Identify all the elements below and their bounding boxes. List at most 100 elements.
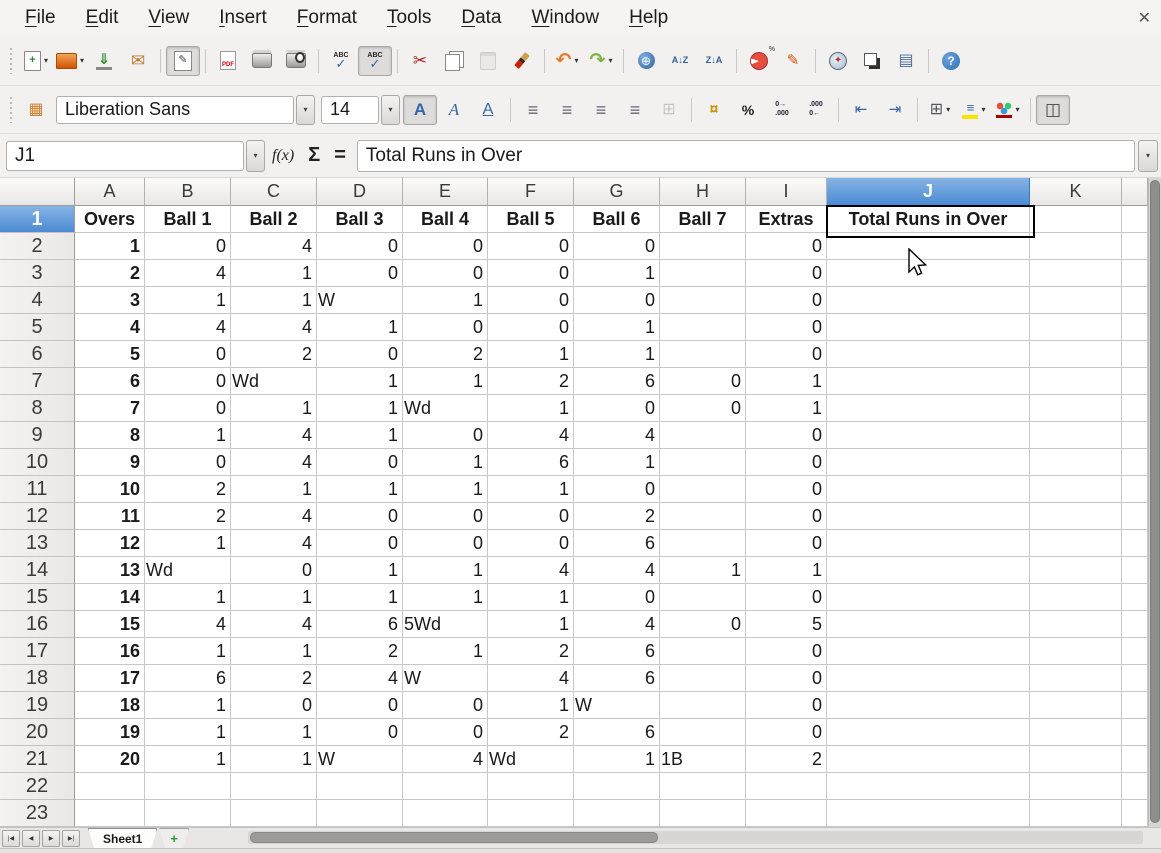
cell-K23[interactable] (1030, 800, 1122, 827)
cell-F16[interactable]: 1 (488, 611, 574, 638)
cell-J2[interactable] (827, 233, 1030, 260)
cell-I15[interactable]: 0 (746, 584, 827, 611)
cell-J18[interactable] (827, 665, 1030, 692)
col-header-A[interactable]: A (75, 178, 145, 206)
cell-D14[interactable]: 1 (317, 557, 403, 584)
export-pdf-icon[interactable]: PDF (211, 46, 245, 76)
cell-F7[interactable]: 2 (488, 368, 574, 395)
menu-file[interactable]: File (10, 3, 71, 33)
cell-K7[interactable] (1030, 368, 1122, 395)
cell-I11[interactable]: 0 (746, 476, 827, 503)
menu-data[interactable]: Data (446, 3, 516, 33)
insert-hyperlink-icon[interactable]: ⊕ (629, 46, 663, 76)
col-header-K[interactable]: K (1030, 178, 1122, 206)
cell-F21[interactable]: Wd (488, 746, 574, 773)
cell-C11[interactable]: 1 (231, 476, 317, 503)
expand-formula-bar-icon[interactable]: ▾ (1138, 140, 1158, 172)
cut-icon[interactable]: ✂ (403, 46, 437, 76)
name-box-dropdown-icon[interactable]: ▾ (246, 140, 265, 172)
cell-C5[interactable]: 4 (231, 314, 317, 341)
cell-B2[interactable]: 0 (145, 233, 231, 260)
cell-C2[interactable]: 4 (231, 233, 317, 260)
row-header-23[interactable]: 23 (0, 800, 75, 827)
cell-partial-14[interactable] (1122, 557, 1148, 584)
row-header-3[interactable]: 3 (0, 260, 75, 287)
cell-D11[interactable]: 1 (317, 476, 403, 503)
split-window-icon[interactable] (855, 46, 889, 76)
horizontal-scrollbar-thumb[interactable] (250, 832, 658, 843)
row-header-11[interactable]: 11 (0, 476, 75, 503)
cell-J10[interactable] (827, 449, 1030, 476)
cell-K21[interactable] (1030, 746, 1122, 773)
cell-D19[interactable]: 0 (317, 692, 403, 719)
copy-icon[interactable] (437, 46, 471, 76)
navigator-icon[interactable]: ✦ (821, 46, 855, 76)
cell-H13[interactable] (660, 530, 746, 557)
row-header-8[interactable]: 8 (0, 395, 75, 422)
row-header-5[interactable]: 5 (0, 314, 75, 341)
cell-A17[interactable]: 16 (75, 638, 145, 665)
cell-partial-13[interactable] (1122, 530, 1148, 557)
cell-J22[interactable] (827, 773, 1030, 800)
col-header-G[interactable]: G (574, 178, 660, 206)
cell-D12[interactable]: 0 (317, 503, 403, 530)
cell-J7[interactable] (827, 368, 1030, 395)
menu-window[interactable]: Window (516, 3, 614, 33)
cell-I10[interactable]: 0 (746, 449, 827, 476)
cell-H5[interactable] (660, 314, 746, 341)
cell-F22[interactable] (488, 773, 574, 800)
cell-I8[interactable]: 1 (746, 395, 827, 422)
cell-G20[interactable]: 6 (574, 719, 660, 746)
add-decimal-icon[interactable]: 0→ .000 (765, 95, 799, 125)
cell-D18[interactable]: 4 (317, 665, 403, 692)
cell-G13[interactable]: 6 (574, 530, 660, 557)
cell-A14[interactable]: 13 (75, 557, 145, 584)
cell-I23[interactable] (746, 800, 827, 827)
cell-H22[interactable] (660, 773, 746, 800)
cell-H15[interactable] (660, 584, 746, 611)
add-sheet-icon[interactable]: + (159, 828, 189, 848)
cell-E14[interactable]: 1 (403, 557, 488, 584)
row-header-4[interactable]: 4 (0, 287, 75, 314)
cell-J4[interactable] (827, 287, 1030, 314)
sidebar-icon[interactable]: ◫ (1036, 95, 1070, 125)
cell-E12[interactable]: 0 (403, 503, 488, 530)
cell-partial-20[interactable] (1122, 719, 1148, 746)
cell-J19[interactable] (827, 692, 1030, 719)
cell-I12[interactable]: 0 (746, 503, 827, 530)
cell-A10[interactable]: 9 (75, 449, 145, 476)
cell-H7[interactable]: 0 (660, 368, 746, 395)
cell-G12[interactable]: 2 (574, 503, 660, 530)
borders-icon[interactable]: ⊞▾ (923, 95, 957, 125)
cell-A20[interactable]: 19 (75, 719, 145, 746)
cell-C20[interactable]: 1 (231, 719, 317, 746)
row-header-18[interactable]: 18 (0, 665, 75, 692)
edit-mode-icon[interactable]: ✎ (166, 46, 200, 76)
cell-J14[interactable] (827, 557, 1030, 584)
cell-I1[interactable]: Extras (746, 206, 827, 233)
cell-D21[interactable]: W (317, 746, 403, 773)
cell-C9[interactable]: 4 (231, 422, 317, 449)
cell-partial-4[interactable] (1122, 287, 1148, 314)
cell-F8[interactable]: 1 (488, 395, 574, 422)
select-all-corner[interactable] (0, 178, 75, 206)
cell-K4[interactable] (1030, 287, 1122, 314)
cell-A8[interactable]: 7 (75, 395, 145, 422)
cell-B17[interactable]: 1 (145, 638, 231, 665)
cell-K17[interactable] (1030, 638, 1122, 665)
cell-J21[interactable] (827, 746, 1030, 773)
row-header-21[interactable]: 21 (0, 746, 75, 773)
row-header-20[interactable]: 20 (0, 719, 75, 746)
col-header-H[interactable]: H (660, 178, 746, 206)
cell-G21[interactable]: 1 (574, 746, 660, 773)
cell-partial-9[interactable] (1122, 422, 1148, 449)
cell-K1[interactable] (1030, 206, 1122, 233)
cell-F13[interactable]: 0 (488, 530, 574, 557)
cell-A23[interactable] (75, 800, 145, 827)
cell-H19[interactable] (660, 692, 746, 719)
cell-F12[interactable]: 0 (488, 503, 574, 530)
vertical-scrollbar-thumb[interactable] (1150, 180, 1160, 823)
cell-E16[interactable]: 5Wd (403, 611, 488, 638)
horizontal-scrollbar[interactable] (248, 831, 1143, 844)
cell-J6[interactable] (827, 341, 1030, 368)
